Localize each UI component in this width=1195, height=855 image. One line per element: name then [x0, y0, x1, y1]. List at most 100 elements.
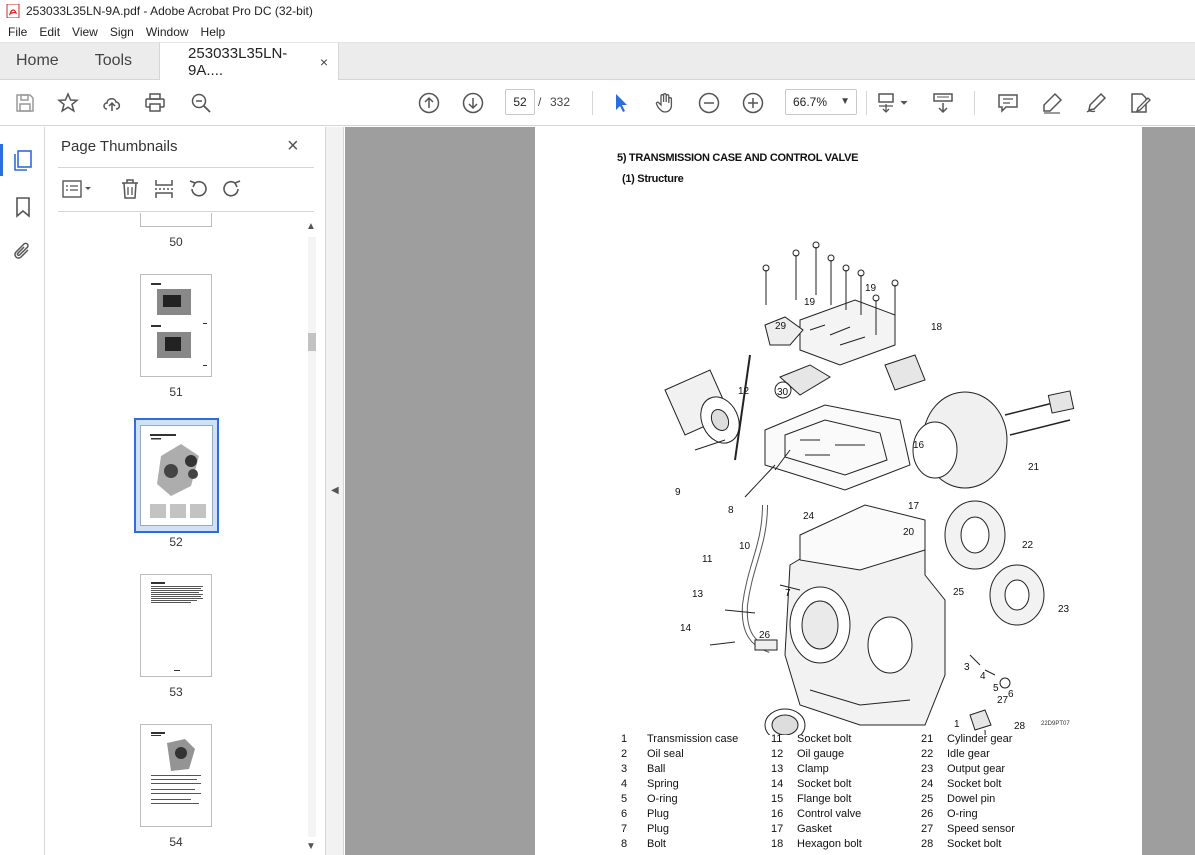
- insert-pages-icon[interactable]: [152, 177, 176, 201]
- legend-item: 27 Speed sensor: [921, 823, 1015, 835]
- legend-item: 13 Clamp: [771, 763, 829, 775]
- bookmark-star-icon[interactable]: [56, 91, 80, 115]
- rotate-counterclockwise-icon[interactable]: [186, 177, 210, 201]
- rotate-clockwise-icon[interactable]: [220, 177, 244, 201]
- chevron-down-icon: ▼: [840, 96, 850, 107]
- thumbnails-scrollbar[interactable]: ▲ ▼: [304, 221, 318, 855]
- menu-sign[interactable]: Sign: [104, 25, 140, 39]
- svg-text:25: 25: [953, 587, 965, 598]
- scroll-up-icon[interactable]: ▲: [306, 221, 316, 232]
- chevron-left-icon[interactable]: ◀: [331, 485, 339, 496]
- legend-item: 3 Ball: [621, 763, 666, 775]
- thumbnail-label: 51: [169, 385, 183, 399]
- next-page-icon[interactable]: [461, 91, 485, 115]
- thumbnail-page[interactable]: [140, 574, 212, 677]
- svg-text:11: 11: [702, 554, 713, 565]
- menu-window[interactable]: Window: [140, 25, 195, 39]
- fit-page-icon[interactable]: [876, 91, 912, 115]
- tab-close-icon[interactable]: ×: [320, 54, 328, 70]
- thumbnail-page[interactable]: [140, 213, 212, 227]
- scroll-down-icon[interactable]: ▼: [306, 841, 316, 852]
- svg-text:3: 3: [964, 662, 970, 673]
- previous-page-icon[interactable]: [417, 91, 441, 115]
- svg-text:16: 16: [913, 440, 925, 451]
- legend-item: 2 Oil seal: [621, 748, 684, 760]
- thumbnail-label: 54: [169, 835, 183, 849]
- menu-help[interactable]: Help: [195, 25, 232, 39]
- find-zoom-icon[interactable]: [189, 91, 213, 115]
- comment-icon[interactable]: [996, 91, 1020, 115]
- legend-item: 14 Socket bolt: [771, 778, 852, 790]
- legend-item: 18 Hexagon bolt: [771, 838, 862, 850]
- thumbnail-label: 50: [169, 235, 183, 249]
- thumbnails-list: 50 51 52 53 54: [46, 213, 314, 855]
- svg-text:20: 20: [903, 527, 915, 538]
- tab-document[interactable]: 253033L35LN-9A.... ×: [159, 43, 340, 81]
- close-icon[interactable]: ×: [287, 135, 299, 158]
- tab-tools[interactable]: Tools: [75, 43, 148, 79]
- page-thumbnails-icon[interactable]: [11, 148, 35, 172]
- panel-collapse-handle[interactable]: ◀: [326, 127, 344, 855]
- legend-item: 1 Transmission case: [621, 733, 739, 745]
- svg-text:14: 14: [680, 623, 692, 634]
- zoom-level-select[interactable]: 66.7% ▼: [785, 89, 857, 115]
- toolbar-divider: [592, 91, 593, 115]
- thumbnail-page[interactable]: [140, 274, 212, 377]
- page-number-input[interactable]: 52: [505, 89, 535, 115]
- save-icon[interactable]: [13, 91, 37, 115]
- thumbnail-label: 52: [169, 535, 183, 549]
- sign-icon[interactable]: [1084, 91, 1108, 115]
- print-icon[interactable]: [143, 91, 167, 115]
- tab-document-label: 253033L35LN-9A....: [188, 45, 288, 79]
- thumbnail-preview: [150, 434, 206, 518]
- legend-item: 8 Bolt: [621, 838, 666, 850]
- acrobat-icon: [6, 4, 20, 18]
- attachments-icon[interactable]: [11, 240, 35, 264]
- toolbar-divider: [866, 91, 867, 115]
- legend-item: 15 Flange bolt: [771, 793, 852, 805]
- tab-home[interactable]: Home: [0, 43, 75, 79]
- legend-item: 4 Spring: [621, 778, 679, 790]
- svg-text:29: 29: [775, 321, 787, 332]
- scroll-mode-icon[interactable]: [931, 91, 955, 115]
- hand-tool-icon[interactable]: [653, 91, 677, 115]
- bookmarks-icon[interactable]: [11, 195, 35, 219]
- document-viewport[interactable]: 5) TRANSMISSION CASE AND CONTROL VALVE (…: [345, 127, 1195, 855]
- highlight-pen-icon[interactable]: [1040, 91, 1064, 115]
- legend-item: 17 Gasket: [771, 823, 832, 835]
- thumbnails-panel: Page Thumbnails × 50 51 52 53 54 ▲ ▼: [46, 127, 326, 855]
- scroll-thumb[interactable]: [308, 333, 316, 351]
- page-subheading: (1) Structure: [622, 173, 684, 185]
- upload-cloud-icon[interactable]: [100, 91, 124, 115]
- thumbnail-preview: [151, 283, 207, 366]
- legend-item: 7 Plug: [621, 823, 670, 835]
- legend-item: 22 Idle gear: [921, 748, 990, 760]
- left-navigation-rail: [0, 127, 45, 855]
- legend-item: 24 Socket bolt: [921, 778, 1002, 790]
- thumbnail-page-selected[interactable]: [134, 418, 219, 533]
- menu-edit[interactable]: Edit: [33, 25, 66, 39]
- svg-text:4: 4: [980, 671, 986, 682]
- drawing-code: 22D9PT07: [1041, 721, 1070, 727]
- svg-text:7: 7: [785, 588, 791, 599]
- menu-view[interactable]: View: [66, 25, 104, 39]
- svg-text:24: 24: [803, 511, 815, 522]
- window-title: 253033L35LN-9A.pdf - Adobe Acrobat Pro D…: [26, 4, 313, 18]
- panel-divider: [58, 167, 314, 168]
- legend-item: 16 Control valve: [771, 808, 862, 820]
- svg-text:9: 9: [675, 487, 681, 498]
- svg-text:22: 22: [1022, 540, 1034, 551]
- delete-page-icon[interactable]: [118, 177, 142, 201]
- zoom-in-icon[interactable]: [741, 91, 765, 115]
- edit-pdf-icon[interactable]: [1128, 91, 1152, 115]
- zoom-out-icon[interactable]: [697, 91, 721, 115]
- menu-file[interactable]: File: [2, 25, 33, 39]
- svg-text:18: 18: [931, 322, 943, 333]
- legend-item: 6 Plug: [621, 808, 670, 820]
- select-cursor-icon[interactable]: [609, 91, 633, 115]
- thumbnail-label: 53: [169, 685, 183, 699]
- options-menu-icon[interactable]: [60, 177, 96, 201]
- thumbnail-page[interactable]: [140, 724, 212, 827]
- svg-text:10: 10: [739, 541, 751, 552]
- svg-text:30: 30: [777, 387, 789, 398]
